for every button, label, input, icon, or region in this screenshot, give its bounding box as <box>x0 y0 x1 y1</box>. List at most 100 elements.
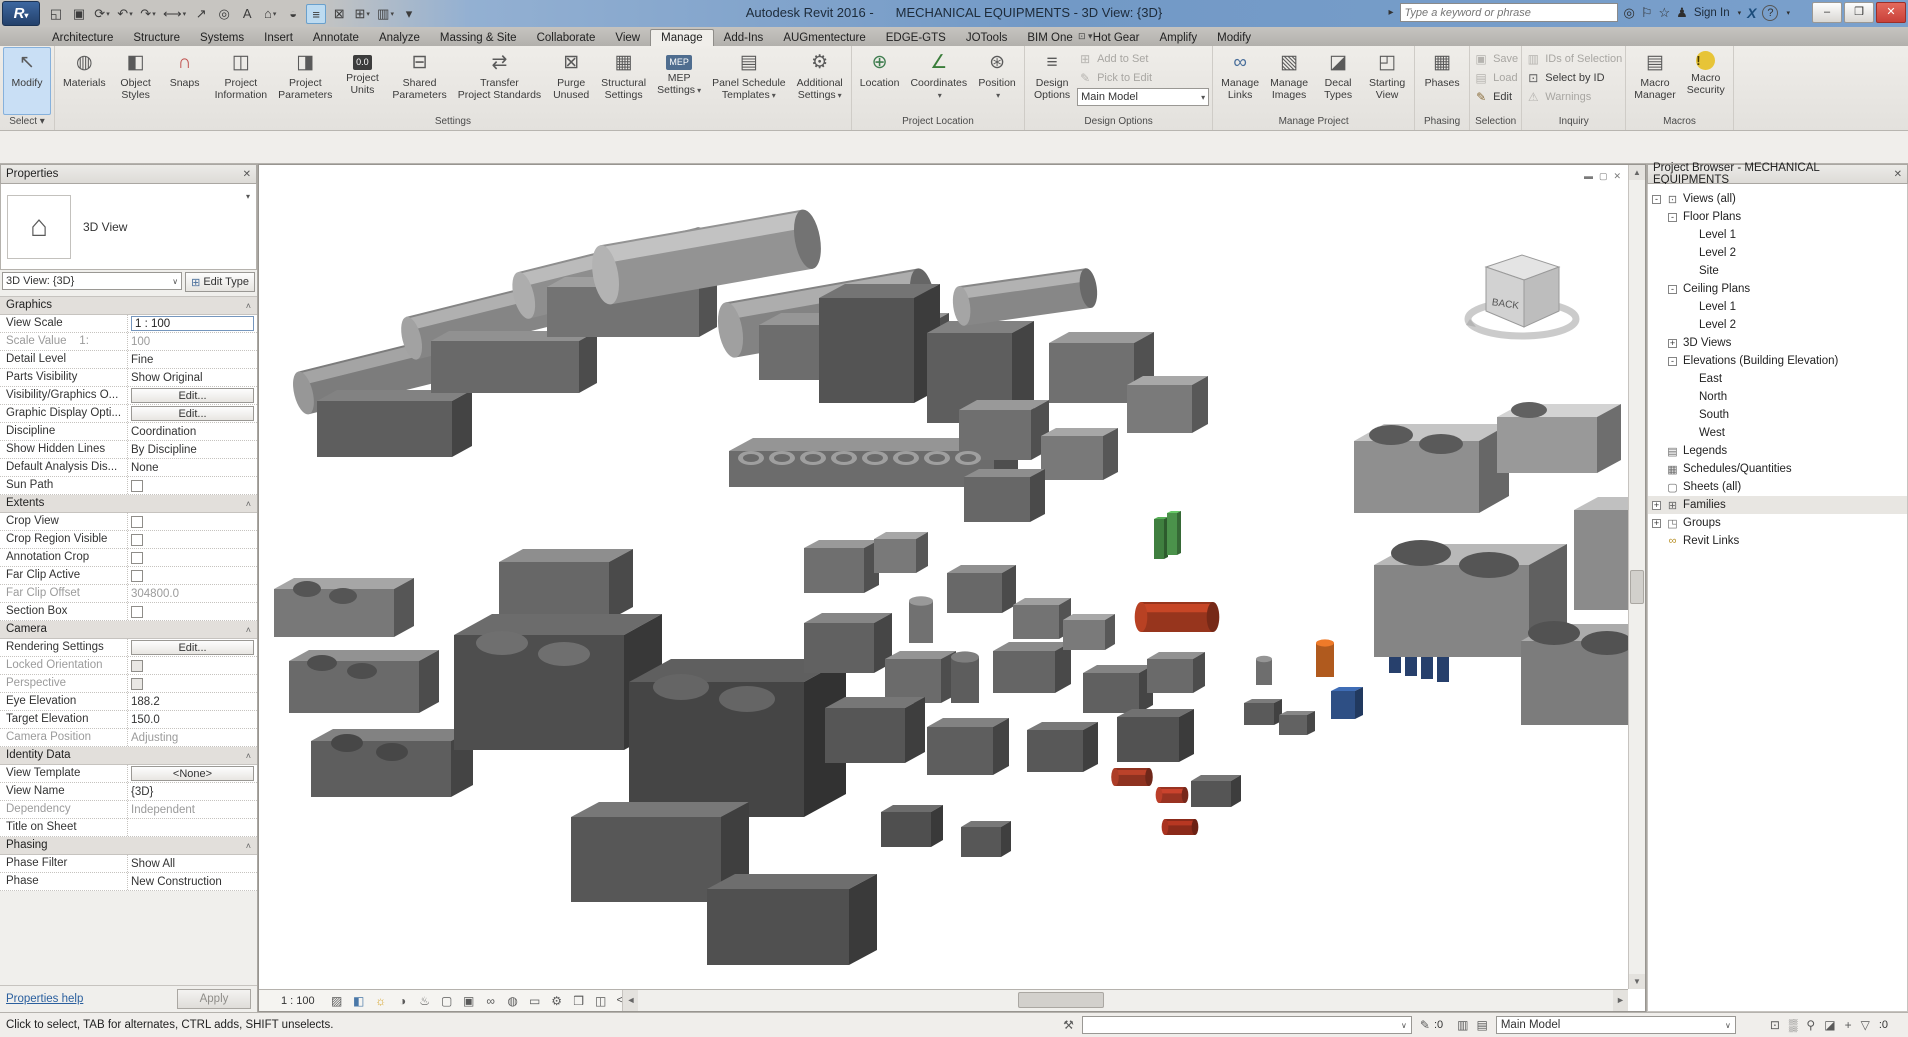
ribbon-tab[interactable]: Annotate <box>303 30 369 46</box>
ribbon-button[interactable]: ◍ Materials <box>58 47 111 115</box>
select-links-icon[interactable]: ⊡ <box>1770 1018 1780 1032</box>
synchronize-icon[interactable]: ⟳ <box>92 4 112 24</box>
ribbon-display-toggle[interactable]: ⊡ ▾ <box>1078 31 1093 42</box>
viewcube[interactable]: BACK <box>1464 237 1584 357</box>
ribbon-button[interactable]: ⊕ Location <box>855 47 905 115</box>
save-icon[interactable]: ▣ <box>69 4 89 24</box>
ribbon-small-button[interactable]: ✎ Pick to Edit <box>1077 68 1209 87</box>
temporary-view-properties-icon[interactable]: ▭ <box>527 993 543 1009</box>
property-checkbox[interactable] <box>131 516 143 528</box>
close-hidden-windows-icon[interactable]: ⊠ <box>329 4 349 24</box>
ribbon-small-button[interactable]: ⚠ Warnings <box>1525 87 1622 106</box>
ribbon-button[interactable]: ⇄ Transfer Project Standards <box>453 47 546 115</box>
model-3d-scene[interactable] <box>259 165 1630 991</box>
ribbon-small-button[interactable]: ▥ IDs of Selection <box>1525 49 1622 68</box>
sign-in-button[interactable]: Sign In <box>1694 7 1730 19</box>
ribbon-tab[interactable]: Analyze <box>369 30 430 46</box>
close-icon[interactable]: ✕ <box>1894 169 1902 180</box>
ribbon-tab[interactable]: Amplify <box>1149 30 1207 46</box>
property-checkbox[interactable] <box>131 480 143 492</box>
worksets-icon[interactable]: ⚒ <box>1063 1018 1074 1032</box>
section-icon[interactable]: ◒ <box>283 4 303 24</box>
search-input[interactable] <box>1400 3 1618 22</box>
default-3d-view-icon[interactable]: ⌂ <box>260 4 280 24</box>
tree-item[interactable]: Level 1 <box>1648 298 1907 316</box>
ribbon-tab[interactable]: BIM One <box>1017 30 1082 46</box>
ribbon-small-button[interactable]: ▣ Save <box>1473 49 1518 68</box>
drawing-area[interactable]: ▬ ▢ ✕ BACK ▲ ▼ 1 : 100 ▨ <box>258 164 1646 1012</box>
customize-qat-icon[interactable]: ▾ <box>399 4 419 24</box>
visual-style-icon[interactable]: ◧ <box>351 993 367 1009</box>
user-icon[interactable]: ♟ <box>1676 5 1688 21</box>
search-icon[interactable]: ◎ <box>1624 5 1635 21</box>
ribbon-button[interactable]: ∠ Coordinates <box>905 47 972 115</box>
view-restore-icon[interactable]: ▢ <box>1599 171 1608 182</box>
phases-button[interactable]: ▦ Phases <box>1418 47 1466 115</box>
tree-expander-icon[interactable]: - <box>1668 357 1677 366</box>
tree-item[interactable]: Level 2 <box>1648 316 1907 334</box>
apply-button[interactable]: Apply <box>177 989 251 1009</box>
ribbon-button[interactable]: ! Macro Security <box>1682 47 1730 115</box>
property-checkbox[interactable] <box>131 606 143 618</box>
ribbon-button[interactable]: ∞ Manage Links <box>1216 47 1264 115</box>
property-value-button[interactable]: Edit... <box>131 640 254 655</box>
switch-windows-icon[interactable]: ⊞ <box>352 4 372 24</box>
help-dropdown-icon[interactable] <box>1784 5 1790 20</box>
tree-expander-icon[interactable]: + <box>1652 519 1661 528</box>
undo-icon[interactable]: ↶ <box>115 4 135 24</box>
sign-in-dropdown-icon[interactable] <box>1736 5 1742 20</box>
select-underlay-elements-icon[interactable]: ▒ <box>1789 1018 1798 1032</box>
shadows-icon[interactable]: ◑ <box>395 993 411 1009</box>
crop-region-icon[interactable]: ▣ <box>461 993 477 1009</box>
tree-item[interactable]: - Floor Plans <box>1648 208 1907 226</box>
drag-elements-on-selection-icon[interactable]: + <box>1845 1018 1852 1032</box>
tree-item[interactable]: Level 1 <box>1648 226 1907 244</box>
ribbon-button[interactable]: ∩ Snaps <box>161 47 209 115</box>
application-menu-button[interactable]: R▾ <box>2 1 40 26</box>
detail-level-icon[interactable]: ▨ <box>329 993 345 1009</box>
communication-center-icon[interactable]: ⚐ <box>1641 5 1653 21</box>
editable-only-icon[interactable]: ▥ <box>1457 1018 1468 1032</box>
project-browser-header[interactable]: Project Browser - MECHANICAL EQUIPMENTS … <box>1647 164 1908 184</box>
ribbon-tab[interactable]: View <box>605 30 650 46</box>
ribbon-tab[interactable]: Add-Ins <box>714 30 774 46</box>
ribbon-tab[interactable]: Architecture <box>42 30 123 46</box>
property-checkbox[interactable] <box>131 660 143 672</box>
tree-item[interactable]: - Elevations (Building Elevation) <box>1648 352 1907 370</box>
property-value-button[interactable]: Edit... <box>131 406 254 421</box>
ribbon-button[interactable]: ⊛ Position <box>973 47 1021 115</box>
ribbon-tab[interactable]: Massing & Site <box>430 30 527 46</box>
aligned-dimension-icon[interactable]: ↗ <box>191 4 211 24</box>
ribbon-tab[interactable]: Manage <box>650 29 714 46</box>
property-value-button[interactable]: <None> <box>131 766 254 781</box>
render-dialog-icon[interactable]: ♨ <box>417 993 433 1009</box>
thin-lines-icon[interactable]: ≡ <box>306 4 326 24</box>
tree-item[interactable]: ▦ Schedules/Quantities <box>1648 460 1907 478</box>
property-value-button[interactable]: Edit... <box>131 388 254 403</box>
ribbon-small-button[interactable]: ▤ Load <box>1473 68 1518 87</box>
design-options-status-icon[interactable]: ▤ <box>1477 1018 1488 1032</box>
tree-expander-icon[interactable]: + <box>1668 339 1677 348</box>
property-checkbox[interactable] <box>131 552 143 564</box>
tree-item[interactable]: + ⊞ Families <box>1648 496 1907 514</box>
restore-button[interactable]: ❒ <box>1844 2 1874 23</box>
tree-item[interactable]: - ⊡ Views (all) <box>1648 190 1907 208</box>
minimize-button[interactable]: – <box>1812 2 1842 23</box>
exchange-apps-icon[interactable]: X <box>1747 5 1756 21</box>
select-pinned-elements-icon[interactable]: ⚲ <box>1806 1018 1815 1032</box>
tag-by-category-icon[interactable]: ◎ <box>214 4 234 24</box>
tree-item[interactable]: South <box>1648 406 1907 424</box>
ribbon-button[interactable]: ◰ Starting View <box>1363 47 1411 115</box>
close-icon[interactable]: ✕ <box>243 169 251 180</box>
type-selector[interactable]: ⌂ 3D View ▾ <box>0 184 257 270</box>
crop-view-icon[interactable]: ▢ <box>439 993 455 1009</box>
ribbon-tab[interactable]: Insert <box>254 30 303 46</box>
close-button[interactable]: ✕ <box>1876 2 1906 23</box>
ribbon-button[interactable]: ⊟ Shared Parameters <box>387 47 451 115</box>
tree-item[interactable]: ▤ Legends <box>1648 442 1907 460</box>
editing-requests-icon[interactable]: ✎ <box>1420 1018 1430 1032</box>
reveal-hidden-elements-icon[interactable]: ◍ <box>505 993 521 1009</box>
measure-icon[interactable]: ⟷ <box>161 4 188 24</box>
reveal-constraints-icon[interactable]: ◫ <box>593 993 609 1009</box>
ribbon-small-button[interactable]: ⊞ Add to Set <box>1077 49 1209 68</box>
